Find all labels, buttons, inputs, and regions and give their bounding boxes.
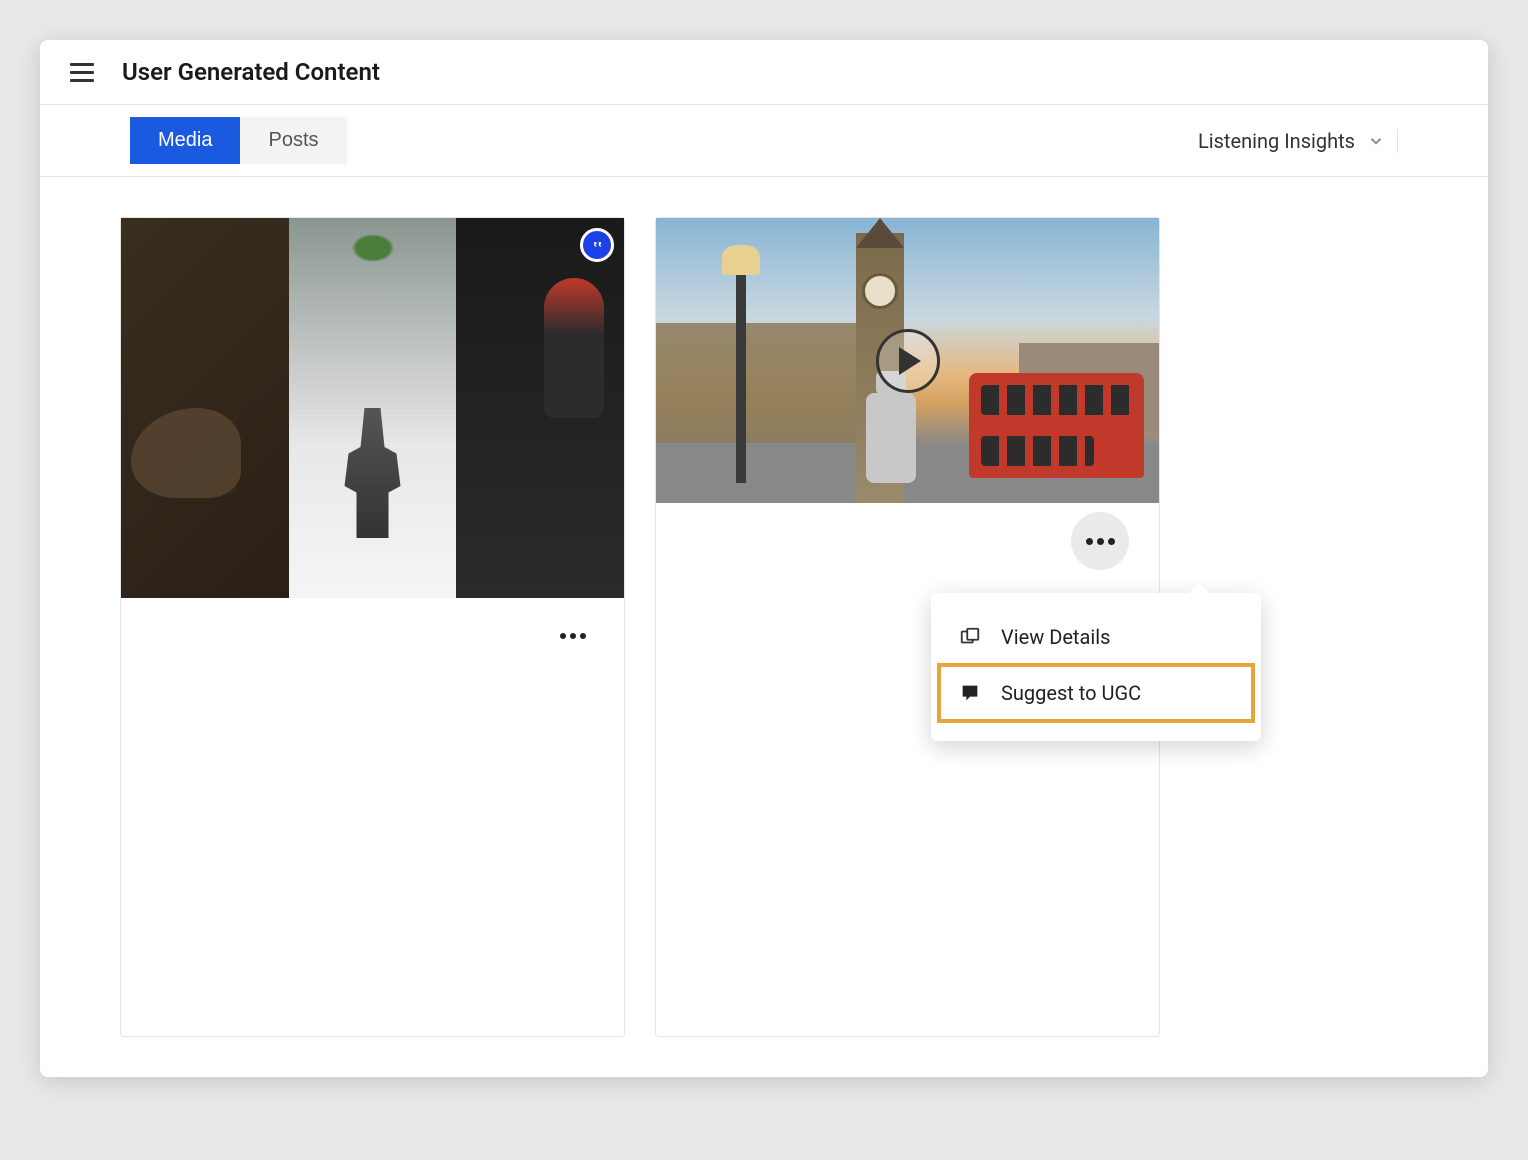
card-footer [656,503,1159,579]
menu-item-label: View Details [1001,625,1110,649]
card-footer [121,598,624,674]
quote-badge-icon [580,228,614,262]
content-area: View Details Suggest to UGC [40,177,1488,1077]
listening-insights-label: Listening Insights [1198,129,1355,153]
card-overflow-button[interactable] [552,625,594,647]
listening-insights-dropdown[interactable]: Listening Insights [1198,129,1398,153]
menu-item-view-details[interactable]: View Details [941,611,1251,663]
media-card[interactable] [120,217,625,1037]
media-card[interactable]: View Details Suggest to UGC [655,217,1160,1037]
app-container: User Generated Content Media Posts Liste… [40,40,1488,1077]
media-thumbnail [656,218,1159,503]
page-title: User Generated Content [122,58,380,86]
media-thumbnail [121,218,624,598]
tab-group: Media Posts [130,117,347,164]
card-overflow-button[interactable] [1071,512,1129,570]
menu-item-suggest-ugc[interactable]: Suggest to UGC [937,663,1255,723]
tab-posts[interactable]: Posts [240,117,346,164]
hamburger-menu-icon[interactable] [70,63,94,82]
view-details-icon [959,626,981,648]
tab-media[interactable]: Media [130,117,240,164]
header: User Generated Content [40,40,1488,105]
play-icon[interactable] [876,329,940,393]
overflow-dropdown: View Details Suggest to UGC [931,593,1261,741]
menu-item-label: Suggest to UGC [1001,681,1141,705]
toolbar: Media Posts Listening Insights [40,105,1488,177]
chevron-down-icon [1367,132,1385,150]
suggest-ugc-icon [959,682,981,704]
